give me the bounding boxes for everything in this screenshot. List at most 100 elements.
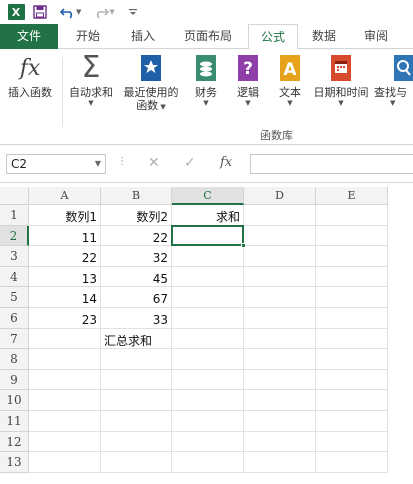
cell-a10[interactable] xyxy=(29,390,101,411)
cell-c13[interactable] xyxy=(172,452,244,473)
formula-bar-resize-handle[interactable]: ⋮ xyxy=(117,156,127,167)
row-header-5[interactable]: 5 xyxy=(0,287,29,308)
cell-b7[interactable]: 汇总求和 xyxy=(101,328,172,350)
cell-c7[interactable] xyxy=(172,328,244,350)
cell-b2[interactable]: 22 xyxy=(101,225,172,247)
name-box-dropdown-icon[interactable]: ▼ xyxy=(95,155,101,173)
row-header-10[interactable]: 10 xyxy=(0,390,29,411)
row-header-13[interactable]: 13 xyxy=(0,452,29,473)
row-header-9[interactable]: 9 xyxy=(0,369,29,391)
row-header-8[interactable]: 8 xyxy=(0,349,29,370)
autosum-button[interactable]: Σ 自动求和 ▼ xyxy=(64,53,118,108)
undo-dropdown-icon[interactable]: ▼ xyxy=(76,8,81,16)
cell-b11[interactable] xyxy=(101,411,172,432)
cell-c9[interactable] xyxy=(172,369,244,391)
date-time-button[interactable]: 日期和时间 ▼ xyxy=(310,53,372,108)
cell-b10[interactable] xyxy=(101,390,172,411)
cell-d6[interactable] xyxy=(244,308,316,329)
column-header-e[interactable]: E xyxy=(316,187,388,205)
cell-b9[interactable] xyxy=(101,369,172,391)
date-time-dropdown-icon[interactable]: ▼ xyxy=(310,99,372,108)
save-button[interactable] xyxy=(30,2,50,22)
cell-b6[interactable]: 33 xyxy=(101,308,172,329)
tab-formulas[interactable]: 公式 xyxy=(248,24,298,50)
recently-used-dropdown-icon[interactable]: ▼ xyxy=(158,103,165,111)
undo-button[interactable] xyxy=(58,2,78,22)
cell-d4[interactable] xyxy=(244,266,316,288)
formula-input[interactable] xyxy=(250,154,413,174)
fill-handle[interactable] xyxy=(241,243,246,249)
row-header-11[interactable]: 11 xyxy=(0,411,29,432)
row-header-12[interactable]: 12 xyxy=(0,431,29,453)
cell-b1[interactable]: 数列2 xyxy=(101,205,172,226)
row-header-7[interactable]: 7 xyxy=(0,328,29,350)
cell-a2[interactable]: 11 xyxy=(29,225,101,247)
cell-c3[interactable] xyxy=(172,246,244,267)
column-header-c[interactable]: C xyxy=(172,187,244,205)
cell-a7[interactable] xyxy=(29,328,101,350)
text-dropdown-icon[interactable]: ▼ xyxy=(270,99,310,108)
cell-e11[interactable] xyxy=(316,411,388,432)
cell-d7[interactable] xyxy=(244,328,316,350)
redo-button[interactable] xyxy=(91,2,111,22)
lookup-reference-button[interactable]: 查找与 ▼ xyxy=(374,53,413,108)
cell-a6[interactable]: 23 xyxy=(29,308,101,329)
row-header-1[interactable]: 1 xyxy=(0,205,29,226)
cell-a9[interactable] xyxy=(29,369,101,391)
cell-e6[interactable] xyxy=(316,308,388,329)
tab-home[interactable]: 开始 xyxy=(58,24,118,49)
cell-e4[interactable] xyxy=(316,266,388,288)
cell-e7[interactable] xyxy=(316,328,388,350)
logical-button[interactable]: ? 逻辑 ▼ xyxy=(228,53,268,108)
tab-page-layout[interactable]: 页面布局 xyxy=(168,24,248,49)
select-all-corner[interactable] xyxy=(0,187,29,205)
cell-a12[interactable] xyxy=(29,431,101,453)
cell-e10[interactable] xyxy=(316,390,388,411)
row-header-6[interactable]: 6 xyxy=(0,308,29,329)
row-header-4[interactable]: 4 xyxy=(0,266,29,288)
cell-d10[interactable] xyxy=(244,390,316,411)
cell-e2[interactable] xyxy=(316,225,388,247)
cell-b12[interactable] xyxy=(101,431,172,453)
cell-c10[interactable] xyxy=(172,390,244,411)
cell-d11[interactable] xyxy=(244,411,316,432)
cell-d1[interactable] xyxy=(244,205,316,226)
cell-a3[interactable]: 22 xyxy=(29,246,101,267)
cell-c8[interactable] xyxy=(172,349,244,370)
cell-b3[interactable]: 32 xyxy=(101,246,172,267)
cancel-icon[interactable]: ✕ xyxy=(148,155,160,171)
cell-b13[interactable] xyxy=(101,452,172,473)
enter-icon[interactable]: ✓ xyxy=(184,155,196,171)
cell-b8[interactable] xyxy=(101,349,172,370)
cell-b5[interactable]: 67 xyxy=(101,287,172,308)
cell-d5[interactable] xyxy=(244,287,316,308)
autosum-dropdown-icon[interactable]: ▼ xyxy=(64,99,118,108)
financial-button[interactable]: 财务 ▼ xyxy=(186,53,226,108)
cell-a13[interactable] xyxy=(29,452,101,473)
redo-dropdown-icon[interactable]: ▼ xyxy=(109,8,114,16)
logical-dropdown-icon[interactable]: ▼ xyxy=(228,99,268,108)
text-button[interactable]: A 文本 ▼ xyxy=(270,53,310,108)
cell-a4[interactable]: 13 xyxy=(29,266,101,288)
cell-c12[interactable] xyxy=(172,431,244,453)
cell-b4[interactable]: 45 xyxy=(101,266,172,288)
financial-dropdown-icon[interactable]: ▼ xyxy=(186,99,226,108)
cell-c5[interactable] xyxy=(172,287,244,308)
cell-d2[interactable] xyxy=(244,225,316,247)
cell-e13[interactable] xyxy=(316,452,388,473)
cell-d3[interactable] xyxy=(244,246,316,267)
worksheet-grid[interactable]: A B C D E 1 数列1 数列2 求和 2 11 22 3 22 32 4 13 45 5 14 67 6 23 33 7… xyxy=(0,187,413,484)
cell-a1[interactable]: 数列1 xyxy=(29,205,101,226)
row-header-2[interactable]: 2 xyxy=(0,225,29,247)
customize-toolbar-button[interactable] xyxy=(123,2,143,22)
tab-data[interactable]: 数据 xyxy=(299,24,349,49)
row-header-3[interactable]: 3 xyxy=(0,246,29,267)
excel-logo[interactable]: X xyxy=(6,2,26,22)
cell-e1[interactable] xyxy=(316,205,388,226)
cell-d8[interactable] xyxy=(244,349,316,370)
cell-c4[interactable] xyxy=(172,266,244,288)
name-box[interactable]: C2 ▼ xyxy=(6,154,106,174)
cell-c11[interactable] xyxy=(172,411,244,432)
cell-e9[interactable] xyxy=(316,369,388,391)
cell-a8[interactable] xyxy=(29,349,101,370)
